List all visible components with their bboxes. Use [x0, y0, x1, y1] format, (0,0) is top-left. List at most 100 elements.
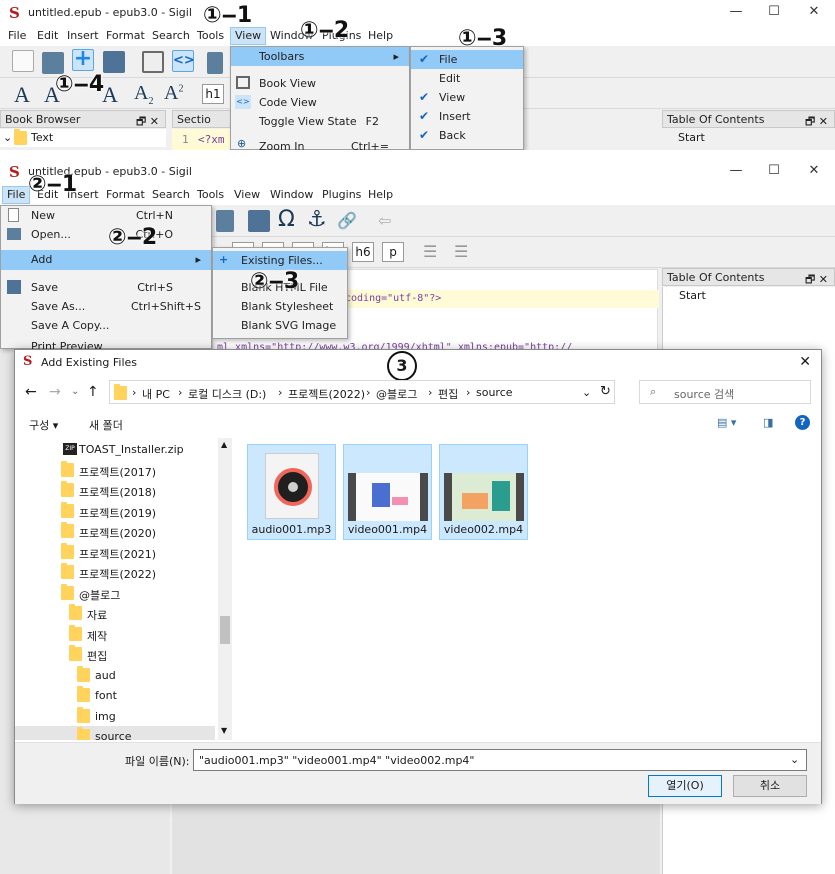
menu-insert[interactable]: Insert: [67, 29, 99, 42]
add-existing-files[interactable]: + Existing Files...: [213, 251, 347, 270]
toolbar-back-item[interactable]: ✔ Back: [411, 126, 523, 145]
forward-arrow-icon[interactable]: →: [49, 384, 61, 400]
minimize-icon[interactable]: —: [726, 4, 746, 19]
view-options-icon[interactable]: ▤ ▾: [717, 416, 736, 429]
minimize-icon[interactable]: —: [726, 163, 746, 178]
tree-item[interactable]: 프로젝트(2018): [15, 480, 215, 500]
tree-item[interactable]: 편집: [15, 644, 215, 664]
dock-close-icon[interactable]: 🗗 ✕: [805, 113, 828, 132]
tree-item[interactable]: ZIP TOAST_Installer.zip: [15, 439, 215, 459]
split-view-icon[interactable]: [207, 52, 223, 74]
menu-help[interactable]: Help: [368, 29, 393, 42]
menu-view[interactable]: View: [234, 188, 260, 201]
add-blank-stylesheet[interactable]: Blank Stylesheet: [213, 297, 347, 316]
numbered-list-icon[interactable]: ☰: [454, 242, 468, 261]
menu-file[interactable]: File: [2, 186, 31, 204]
menu-search[interactable]: Search: [152, 188, 190, 201]
breadcrumb-my-pc[interactable]: 내 PC: [142, 386, 170, 402]
font-strike-icon[interactable]: A: [102, 82, 118, 108]
back-arrow-icon[interactable]: ⇦: [378, 211, 391, 230]
breadcrumb-project[interactable]: 프로젝트(2022): [288, 386, 365, 402]
menu-search[interactable]: Search: [152, 29, 190, 42]
menu-format[interactable]: Format: [106, 188, 145, 201]
view-menu-toolbars[interactable]: Toolbars ▸: [231, 47, 409, 66]
menu-edit[interactable]: Edit: [37, 29, 58, 42]
open-folder-icon[interactable]: [42, 52, 64, 74]
book-browser-text-folder[interactable]: ⌄ Text: [0, 129, 166, 147]
close-icon[interactable]: ✕: [804, 163, 824, 178]
view-menu-toggle-view-state[interactable]: Toggle View State F2: [231, 112, 409, 131]
scroll-down-icon[interactable]: ▼: [221, 726, 227, 735]
breadcrumb-blog[interactable]: @블로그: [376, 386, 417, 402]
superscript-icon[interactable]: A2: [164, 82, 183, 105]
insert-image-icon[interactable]: [248, 210, 270, 232]
maximize-icon[interactable]: ☐: [764, 4, 784, 19]
address-dropdown-icon[interactable]: ⌄: [582, 386, 591, 399]
search-input[interactable]: source 검색: [674, 386, 734, 402]
new-folder-button[interactable]: 새 폴더: [89, 417, 123, 433]
scroll-thumb[interactable]: [220, 616, 230, 644]
tree-item[interactable]: font: [15, 685, 215, 705]
file-menu-save-copy[interactable]: Save A Copy...: [1, 316, 211, 335]
save-icon[interactable]: [103, 51, 125, 73]
file-item-video1[interactable]: video001.mp4: [343, 444, 432, 540]
tree-item[interactable]: aud: [15, 665, 215, 685]
close-icon[interactable]: ✕: [804, 4, 824, 19]
code-view-icon[interactable]: <>: [172, 50, 195, 72]
book-view-icon[interactable]: [142, 51, 164, 73]
menu-tools[interactable]: Tools: [197, 188, 224, 201]
file-item-video2[interactable]: video002.mp4: [439, 444, 528, 540]
add-file-icon[interactable]: +: [72, 48, 94, 71]
filename-dropdown-icon[interactable]: ⌄: [790, 753, 799, 766]
insert-special-char-icon[interactable]: Ω: [278, 207, 295, 232]
tree-scrollbar[interactable]: ▲ ▼: [218, 438, 232, 740]
help-icon[interactable]: ?: [795, 415, 810, 430]
scroll-up-icon[interactable]: ▲: [221, 440, 227, 449]
file-menu-save[interactable]: Save Ctrl+S: [1, 278, 211, 297]
address-bar[interactable]: › 내 PC › 로컬 디스크 (D:) › 프로젝트(2022) › @블로그…: [109, 380, 615, 404]
menu-plugins[interactable]: Plugins: [322, 188, 361, 201]
tree-item[interactable]: 프로젝트(2017): [15, 460, 215, 480]
back-arrow-icon[interactable]: ←: [25, 384, 37, 400]
filename-input[interactable]: "audio001.mp3" "video001.mp4" "video002.…: [193, 749, 807, 771]
tree-item[interactable]: 프로젝트(2021): [15, 542, 215, 562]
paragraph-button[interactable]: p: [382, 242, 404, 262]
code-editor[interactable]: 1 <?xm: [172, 129, 232, 150]
breadcrumb-drive[interactable]: 로컬 디스크 (D:): [188, 386, 266, 402]
add-blank-svg[interactable]: Blank SVG Image: [213, 316, 347, 335]
toolbar-file-item[interactable]: ✔ File: [411, 50, 523, 69]
cancel-button[interactable]: 취소: [733, 775, 807, 797]
view-menu-zoom-in[interactable]: ⊕ Zoom In Ctrl+=: [231, 137, 409, 150]
bullet-list-icon[interactable]: ☰: [423, 242, 437, 261]
tree-item[interactable]: 프로젝트(2020): [15, 521, 215, 541]
subscript-icon[interactable]: A2: [134, 82, 153, 107]
breadcrumb-source[interactable]: source: [476, 386, 513, 399]
heading-h1-button[interactable]: h1: [202, 84, 224, 104]
tree-item[interactable]: @블로그: [15, 583, 215, 603]
new-file-icon[interactable]: [12, 50, 34, 72]
preview-pane-icon[interactable]: ◨: [763, 416, 773, 429]
tree-item[interactable]: source: [15, 726, 215, 740]
tree-item[interactable]: 프로젝트(2022): [15, 562, 215, 582]
tree-item[interactable]: 프로젝트(2019): [15, 501, 215, 521]
collapse-icon[interactable]: ⌄: [3, 131, 12, 144]
section-tab[interactable]: Sectio: [172, 110, 232, 128]
table-icon[interactable]: [216, 210, 234, 232]
toc-item[interactable]: Start: [678, 131, 705, 144]
menu-window[interactable]: Window: [270, 188, 313, 201]
file-menu-save-as[interactable]: Save As... Ctrl+Shift+S: [1, 297, 211, 316]
toolbar-insert-item[interactable]: ✔ Insert: [411, 107, 523, 126]
up-arrow-icon[interactable]: ↑: [87, 384, 99, 400]
toolbar-edit-item[interactable]: Edit: [411, 69, 523, 88]
tree-item[interactable]: 자료: [15, 603, 215, 623]
menu-tools[interactable]: Tools: [197, 29, 224, 42]
file-menu-new[interactable]: New Ctrl+N: [1, 206, 211, 225]
open-button[interactable]: 열기(O): [648, 775, 722, 797]
heading-h6-button[interactable]: h6: [352, 242, 374, 262]
insert-anchor-icon[interactable]: ⚓: [307, 207, 327, 232]
font-size-large-icon[interactable]: A: [14, 82, 30, 108]
file-item-audio[interactable]: audio001.mp3: [247, 444, 336, 540]
view-menu-code-view[interactable]: <> Code View: [231, 93, 409, 112]
breadcrumb-edit[interactable]: 편집: [438, 386, 458, 402]
maximize-icon[interactable]: ☐: [764, 163, 784, 178]
